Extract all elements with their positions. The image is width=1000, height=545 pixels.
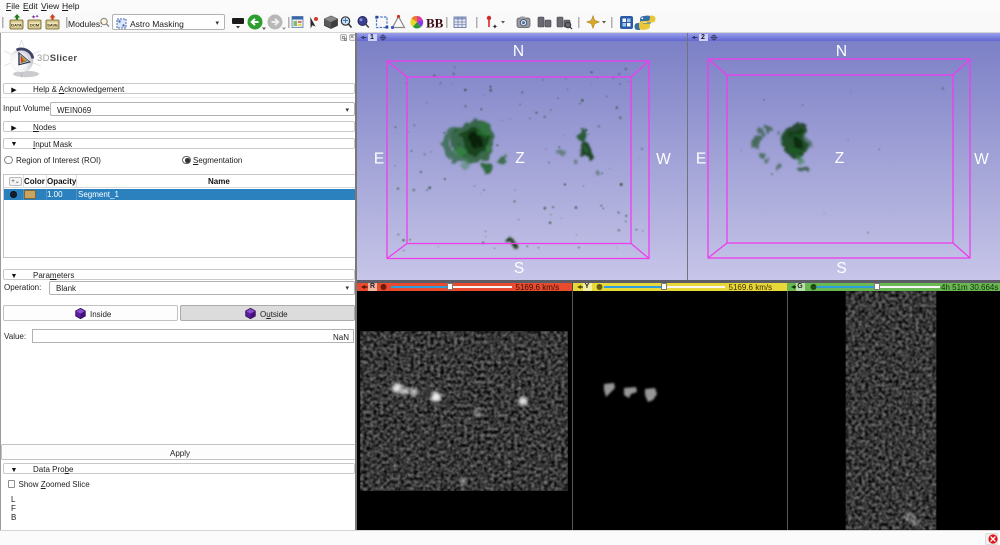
svg-text:Z: Z: [515, 150, 524, 167]
svg-text:E: E: [696, 151, 706, 168]
svg-text:W: W: [656, 151, 671, 168]
svg-text:BB: BB: [426, 16, 444, 31]
svg-text:SAVE: SAVE: [47, 23, 58, 28]
svg-text:E: E: [374, 151, 384, 168]
svg-text:DATA: DATA: [11, 23, 22, 28]
svg-text:N: N: [513, 43, 524, 60]
svg-text:Z: Z: [835, 150, 844, 167]
svg-text:✦: ✦: [35, 14, 39, 20]
svg-text:W: W: [974, 151, 989, 168]
svg-text:DCM: DCM: [30, 23, 40, 28]
svg-text:✦: ✦: [492, 23, 498, 31]
svg-text:S: S: [836, 260, 846, 277]
svg-text:S: S: [514, 260, 524, 277]
svg-text:N: N: [836, 43, 847, 60]
